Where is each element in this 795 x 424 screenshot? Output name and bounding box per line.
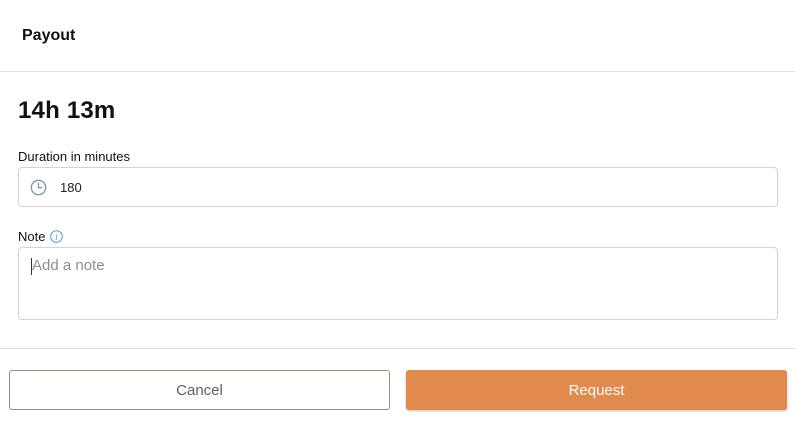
request-button[interactable]: Request bbox=[406, 370, 787, 410]
note-textarea[interactable]: Add a note bbox=[18, 247, 778, 320]
note-label-text: Note bbox=[18, 228, 46, 244]
note-label: Note i bbox=[18, 228, 778, 244]
dialog-header: Payout bbox=[0, 0, 795, 72]
duration-label: Duration in minutes bbox=[18, 148, 778, 164]
payout-dialog: Payout 14h 13m Duration in minutes 180 N… bbox=[0, 0, 795, 424]
cancel-button[interactable]: Cancel bbox=[9, 370, 390, 410]
duration-label-text: Duration in minutes bbox=[18, 148, 130, 164]
duration-input-value: 180 bbox=[60, 179, 82, 195]
text-caret bbox=[31, 258, 32, 275]
dialog-title: Payout bbox=[22, 26, 76, 44]
clock-icon bbox=[30, 179, 47, 196]
info-icon[interactable]: i bbox=[50, 229, 64, 243]
duration-input[interactable]: 180 bbox=[18, 167, 778, 207]
svg-text:i: i bbox=[56, 232, 59, 242]
balance-value: 14h 13m bbox=[18, 97, 116, 124]
note-placeholder: Add a note bbox=[32, 257, 105, 274]
dialog-footer: Cancel Request bbox=[0, 348, 795, 424]
dialog-body: 14h 13m Duration in minutes 180 Note i A… bbox=[0, 97, 795, 320]
